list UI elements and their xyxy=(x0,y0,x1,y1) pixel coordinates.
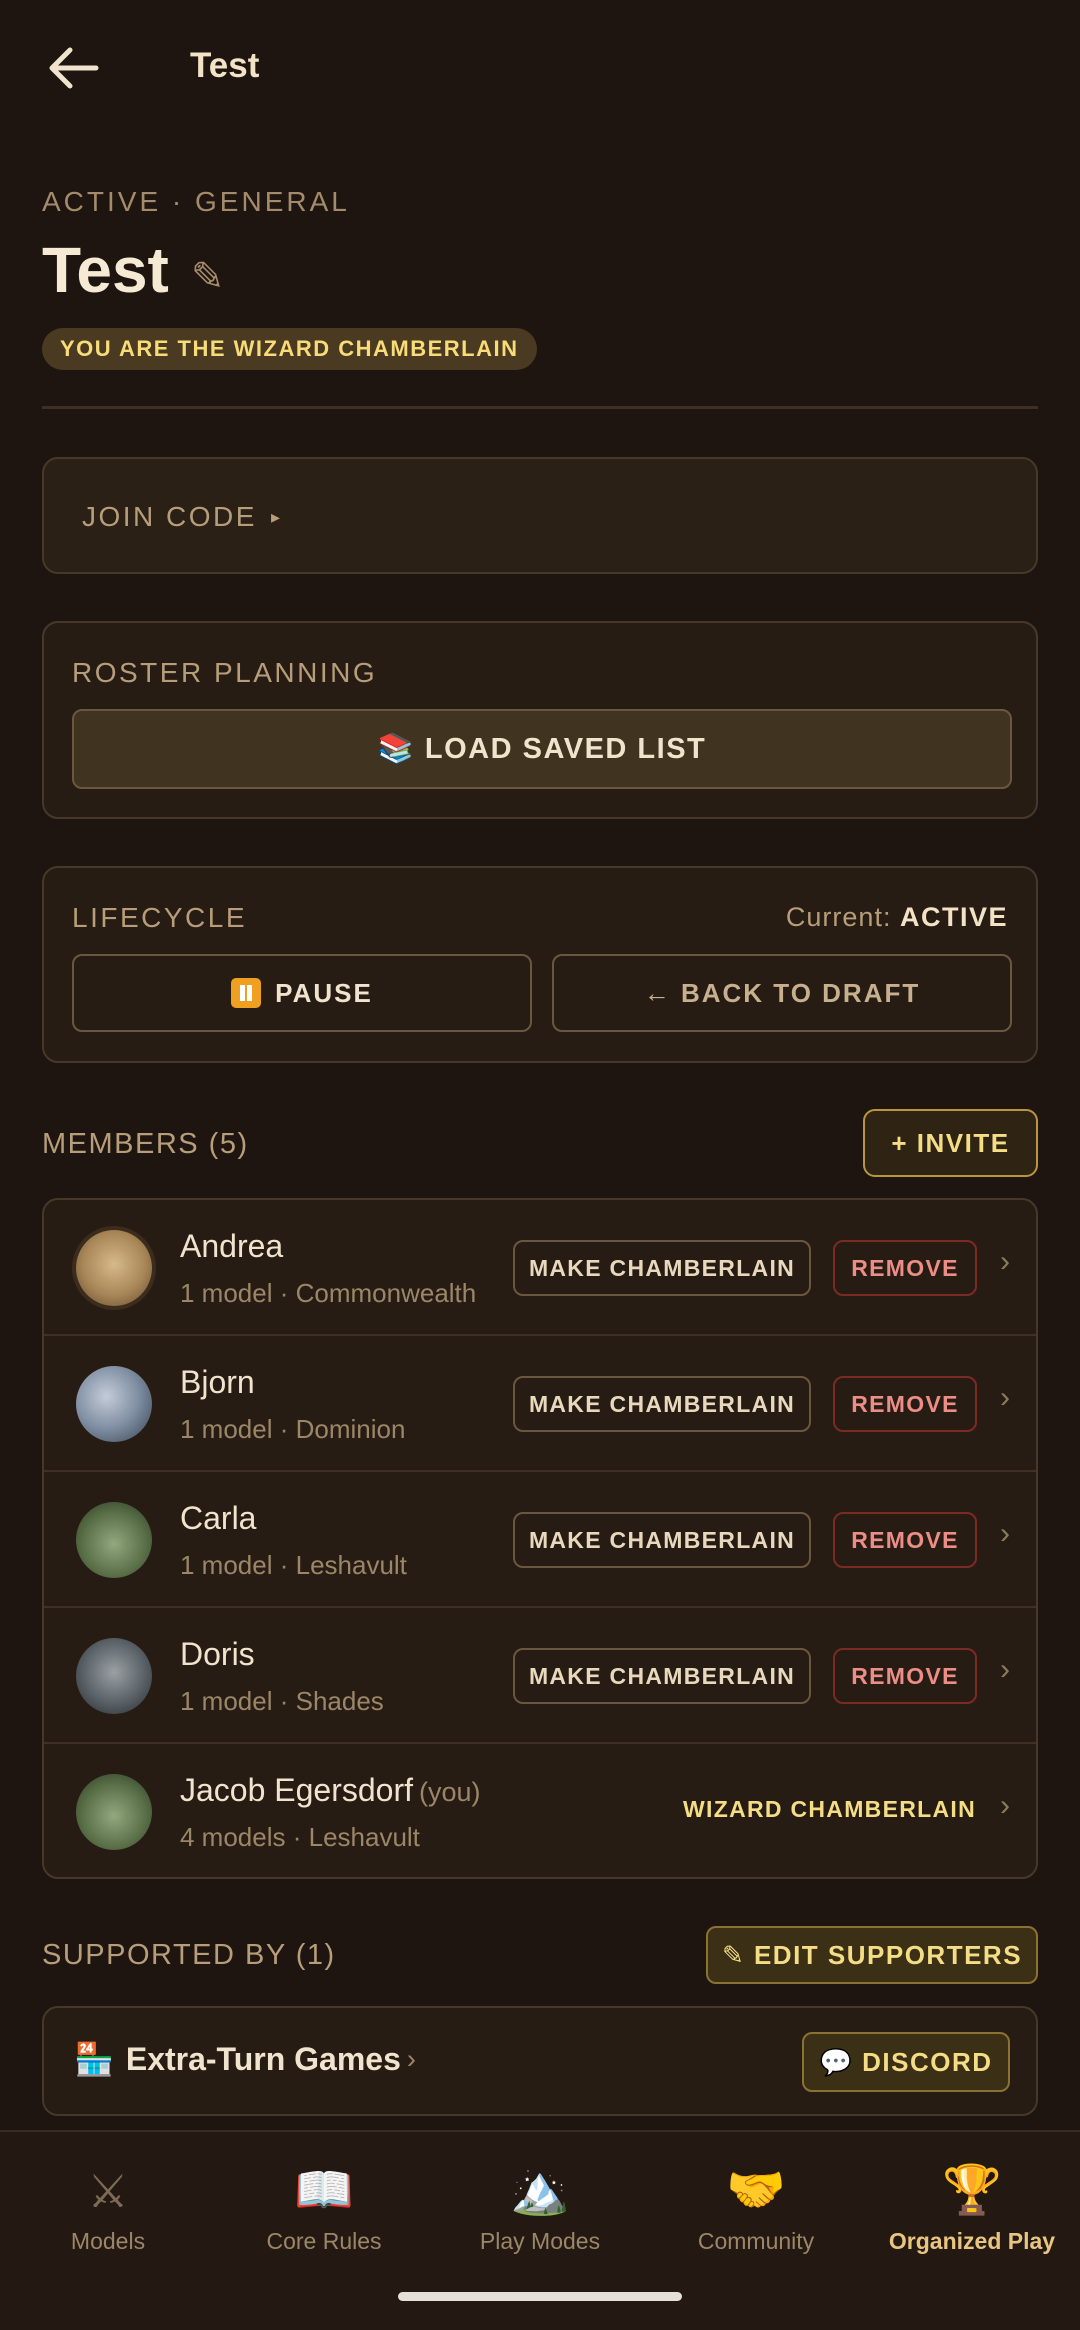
chevron-right-icon[interactable]: › xyxy=(1000,1789,1010,1823)
top-app-bar: Test xyxy=(0,0,1080,134)
avatar xyxy=(76,1774,152,1850)
lifecycle-label: LIFECYCLE xyxy=(72,902,247,933)
supporter-card: 🏪 Extra-Turn Games › 💬 DISCORD xyxy=(42,2006,1038,2116)
roster-planning-label: ROSTER PLANNING xyxy=(72,657,378,688)
avatar xyxy=(76,1638,152,1714)
make-chamberlain-button[interactable]: MAKE CHAMBERLAIN xyxy=(513,1512,811,1568)
member-details: 1 model · Dominion xyxy=(180,1414,406,1444)
lifecycle-card: LIFECYCLE Current: ACTIVE PAUSE ← BACK T… xyxy=(42,866,1038,1063)
edit-title-pencil-icon[interactable]: ✎ xyxy=(191,254,225,300)
nav-play-modes[interactable]: 🏔️ Play Modes xyxy=(432,2162,648,2272)
nav-community[interactable]: 🤝 Community xyxy=(648,2162,864,2272)
avatar xyxy=(76,1502,152,1578)
make-chamberlain-button[interactable]: MAKE CHAMBERLAIN xyxy=(513,1648,811,1704)
remove-button[interactable]: REMOVE xyxy=(833,1512,977,1568)
section-divider xyxy=(42,406,1038,409)
member-row-bjorn[interactable]: Bjorn 1 model · Dominion MAKE CHAMBERLAI… xyxy=(44,1336,1036,1472)
nav-label: Core Rules xyxy=(266,2228,382,2254)
member-details: 1 model · Leshavult xyxy=(180,1550,407,1580)
members-list: Andrea 1 model · Commonwealth MAKE CHAMB… xyxy=(42,1198,1038,1879)
nav-label: Models xyxy=(70,2228,146,2254)
pause-button-label: PAUSE xyxy=(275,977,373,1008)
expand-arrow-icon: ▸ xyxy=(270,507,283,527)
supporter-store-link[interactable]: 🏪 Extra-Turn Games › xyxy=(74,2040,416,2078)
back-to-draft-button[interactable]: ← BACK TO DRAFT xyxy=(552,954,1012,1032)
member-row-doris[interactable]: Doris 1 model · Shades MAKE CHAMBERLAIN … xyxy=(44,1608,1036,1744)
remove-button[interactable]: REMOVE xyxy=(833,1376,977,1432)
league-status-line: ACTIVE · GENERAL xyxy=(42,186,350,217)
member-row-jacob[interactable]: Jacob Egersdorf (you) 4 models · Leshavul… xyxy=(44,1744,1036,1877)
member-name: Carla xyxy=(180,1500,257,1536)
load-saved-list-button[interactable]: 📚 LOAD SAVED LIST xyxy=(72,709,1012,789)
crossed-swords-icon: ⚔ xyxy=(87,2165,129,2217)
current-status-value: ACTIVE xyxy=(899,902,1008,932)
league-title: Test ✎ xyxy=(42,233,224,307)
store-name: Extra-Turn Games xyxy=(125,2040,401,2077)
invite-button[interactable]: + INVITE xyxy=(863,1109,1038,1177)
chevron-right-icon[interactable]: › xyxy=(1000,1653,1010,1687)
make-chamberlain-button[interactable]: MAKE CHAMBERLAIN xyxy=(513,1376,811,1432)
page-header-title: Test xyxy=(190,46,260,85)
nav-models[interactable]: ⚔ Models xyxy=(0,2162,216,2272)
supporters-heading: SUPPORTED BY (1) xyxy=(42,1939,336,1971)
you-indicator: (you) xyxy=(419,1777,481,1807)
current-status-prefix: Current: xyxy=(785,902,892,932)
league-title-text: Test xyxy=(42,234,169,306)
member-details: 1 model · Commonwealth xyxy=(180,1278,477,1308)
chevron-right-icon[interactable]: › xyxy=(1000,1517,1010,1551)
nav-core-rules[interactable]: 📖 Core Rules xyxy=(216,2162,432,2272)
nav-label: Organized Play xyxy=(888,2228,1056,2254)
chevron-right-icon[interactable]: › xyxy=(1000,1245,1010,1279)
member-details: 4 models · Leshavult xyxy=(180,1822,420,1852)
discord-button[interactable]: 💬 DISCORD xyxy=(802,2032,1010,2092)
member-details: 1 model · Shades xyxy=(180,1686,384,1716)
avatar xyxy=(76,1366,152,1442)
member-name: Bjorn xyxy=(180,1364,255,1400)
member-name-text: Jacob Egersdorf xyxy=(180,1772,414,1808)
store-icon: 🏪 xyxy=(74,2041,114,2077)
nav-organized-play[interactable]: 🏆 Organized Play xyxy=(864,2162,1080,2272)
pause-icon xyxy=(231,978,262,1008)
nav-label: Community xyxy=(697,2228,815,2254)
open-book-icon: 📖 xyxy=(294,2164,354,2217)
join-code-label-text: JOIN CODE xyxy=(82,501,257,532)
member-row-carla[interactable]: Carla 1 model · Leshavult MAKE CHAMBERLA… xyxy=(44,1472,1036,1608)
member-name: Jacob Egersdorf (you) xyxy=(180,1772,481,1809)
join-code-card[interactable]: JOIN CODE ▸ xyxy=(42,457,1038,574)
remove-button[interactable]: REMOVE xyxy=(833,1240,977,1296)
avatar xyxy=(76,1230,152,1306)
member-name: Doris xyxy=(180,1636,255,1672)
join-code-label[interactable]: JOIN CODE ▸ xyxy=(82,501,283,533)
members-heading: MEMBERS (5) xyxy=(42,1128,249,1160)
roster-planning-card: ROSTER PLANNING 📚 LOAD SAVED LIST xyxy=(42,621,1038,819)
role-badge: YOU ARE THE WIZARD CHAMBERLAIN xyxy=(42,328,537,370)
nav-label: Play Modes xyxy=(479,2228,601,2254)
home-indicator[interactable] xyxy=(398,2292,682,2301)
wizard-chamberlain-tag: WIZARD CHAMBERLAIN xyxy=(683,1796,976,1822)
back-arrow-icon[interactable] xyxy=(44,40,104,96)
pause-button[interactable]: PAUSE xyxy=(72,954,532,1032)
chevron-right-icon: › xyxy=(406,2043,416,2074)
member-row-andrea[interactable]: Andrea 1 model · Commonwealth MAKE CHAMB… xyxy=(44,1200,1036,1336)
trophy-icon: 🏆 xyxy=(942,2164,1002,2217)
handshake-icon: 🤝 xyxy=(726,2164,786,2217)
mountain-icon: 🏔️ xyxy=(510,2164,570,2217)
edit-supporters-button[interactable]: ✎ EDIT SUPPORTERS xyxy=(706,1926,1038,1984)
make-chamberlain-button[interactable]: MAKE CHAMBERLAIN xyxy=(513,1240,811,1296)
chevron-right-icon[interactable]: › xyxy=(1000,1381,1010,1415)
current-status: Current: ACTIVE xyxy=(786,902,1008,933)
member-name: Andrea xyxy=(180,1228,284,1264)
remove-button[interactable]: REMOVE xyxy=(833,1648,977,1704)
